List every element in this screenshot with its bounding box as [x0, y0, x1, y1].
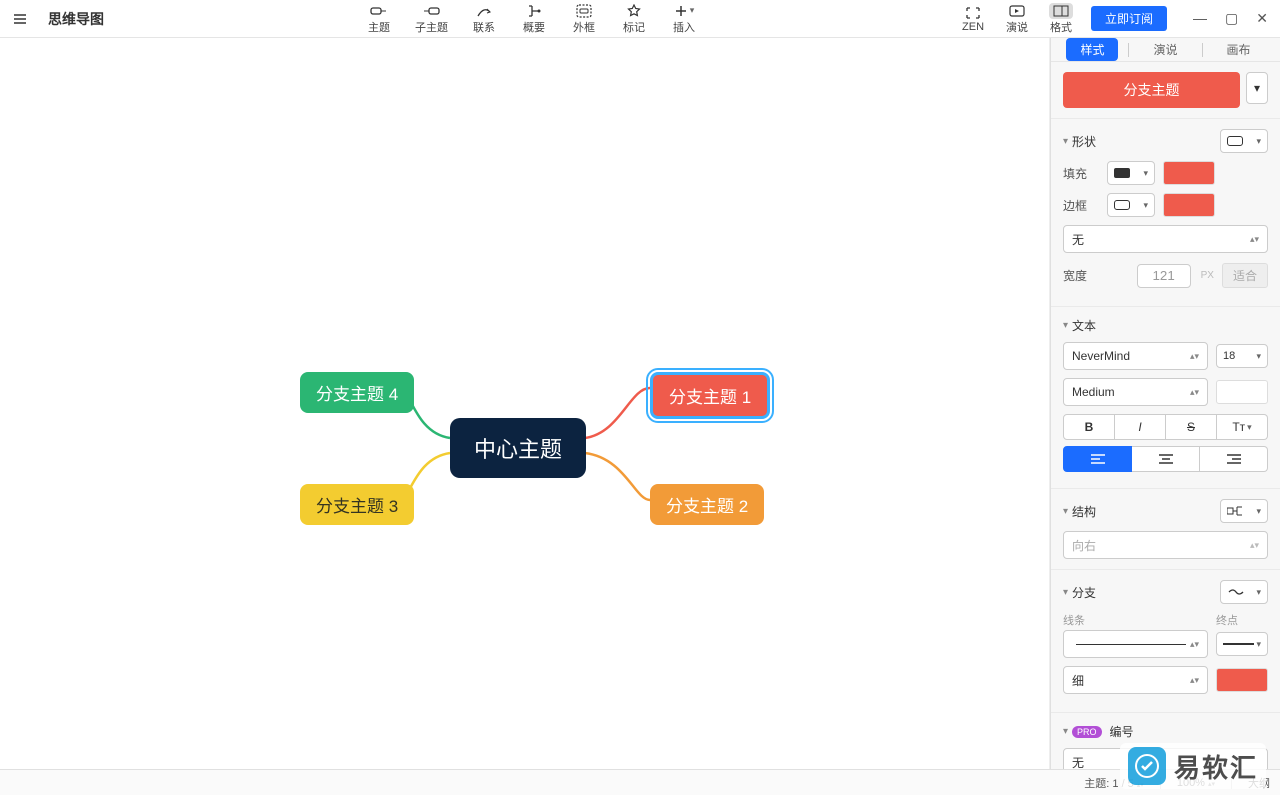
line-end-select[interactable]: ▾: [1216, 632, 1268, 656]
align-center-button[interactable]: [1132, 446, 1200, 472]
topic-type-button[interactable]: 分支主题: [1063, 72, 1240, 108]
fill-color-swatch[interactable]: [1163, 161, 1215, 185]
border-color-swatch[interactable]: [1163, 193, 1215, 217]
line-weight-select[interactable]: 细▴▾: [1063, 666, 1208, 694]
border-style-select[interactable]: ▾: [1107, 193, 1155, 217]
tool-topic[interactable]: 主题: [365, 3, 393, 35]
bold-button[interactable]: B: [1063, 414, 1115, 440]
section-shape-title: 形状: [1072, 133, 1096, 150]
branch-topic-3-node[interactable]: 分支主题 3: [300, 484, 414, 525]
border-type-select[interactable]: 无▴▾: [1063, 225, 1268, 253]
tool-summary[interactable]: 概要: [520, 3, 548, 35]
app-title: 思维导图: [48, 9, 104, 29]
strike-button[interactable]: S: [1166, 414, 1217, 440]
tool-boundary[interactable]: 外框: [570, 3, 598, 35]
section-numbering-title: 编号: [1110, 723, 1134, 740]
font-family-select[interactable]: NeverMind▴▾: [1063, 342, 1208, 370]
tool-insert[interactable]: ▾ 插入: [670, 3, 698, 35]
center-topic-node[interactable]: 中心主题: [450, 418, 586, 478]
text-color-swatch[interactable]: [1216, 380, 1268, 404]
font-weight-select[interactable]: Medium▴▾: [1063, 378, 1208, 406]
subscribe-button[interactable]: 立即订阅: [1091, 6, 1167, 31]
tab-canvas[interactable]: 画布: [1213, 38, 1265, 61]
section-branch-title: 分支: [1072, 584, 1096, 601]
tool-present[interactable]: 演说: [1003, 3, 1031, 35]
branch-style-select[interactable]: ▾: [1220, 580, 1268, 604]
structure-select[interactable]: ▾: [1220, 499, 1268, 523]
branch-topic-1-node[interactable]: 分支主题 1: [650, 372, 770, 419]
section-text-title: 文本: [1072, 317, 1096, 334]
canvas[interactable]: 中心主题 分支主题 1 分支主题 2 分支主题 3 分支主题 4: [0, 38, 1050, 769]
font-size-select[interactable]: 18▾: [1216, 344, 1268, 368]
window-minimize[interactable]: ―: [1193, 10, 1207, 27]
shape-select[interactable]: ▾: [1220, 129, 1268, 153]
tool-format[interactable]: 格式: [1047, 3, 1075, 35]
direction-select[interactable]: 向右▴▾: [1063, 531, 1268, 559]
topic-type-dropdown[interactable]: ▾: [1246, 72, 1268, 104]
branch-topic-2-node[interactable]: 分支主题 2: [650, 484, 764, 525]
align-right-button[interactable]: [1200, 446, 1268, 472]
width-input[interactable]: [1137, 264, 1191, 288]
case-button[interactable]: Tт▾: [1217, 414, 1268, 440]
tool-link[interactable]: 联系: [470, 3, 498, 35]
tool-subtopic[interactable]: 子主题: [415, 3, 448, 35]
branch-topic-4-node[interactable]: 分支主题 4: [300, 372, 414, 413]
fit-button[interactable]: 适合: [1222, 263, 1268, 288]
window-maximize[interactable]: ▢: [1225, 10, 1238, 27]
watermark-logo: 易软汇: [1120, 743, 1266, 789]
status-bar: 主题: 1 / 5▴▾ 100%▴▾ 大纲: [0, 769, 1280, 795]
format-panel: 样式 演说 画布 分支主题 ▾ ▾形状 ▾ 填充 ▾ 边框: [1050, 38, 1280, 769]
tool-zen[interactable]: ZEN: [959, 5, 987, 33]
line-style-select[interactable]: ▴▾: [1063, 630, 1208, 658]
window-close[interactable]: ✕: [1256, 10, 1268, 27]
fill-pattern-select[interactable]: ▾: [1107, 161, 1155, 185]
menu-button[interactable]: [0, 11, 40, 27]
tab-style[interactable]: 样式: [1066, 38, 1118, 61]
italic-button[interactable]: I: [1115, 414, 1166, 440]
tab-present[interactable]: 演说: [1139, 38, 1191, 61]
section-structure-title: 结构: [1072, 503, 1096, 520]
pro-badge: PRO: [1072, 726, 1102, 738]
tool-marker[interactable]: 标记: [620, 3, 648, 35]
line-color-swatch[interactable]: [1216, 668, 1268, 692]
align-left-button[interactable]: [1063, 446, 1132, 472]
